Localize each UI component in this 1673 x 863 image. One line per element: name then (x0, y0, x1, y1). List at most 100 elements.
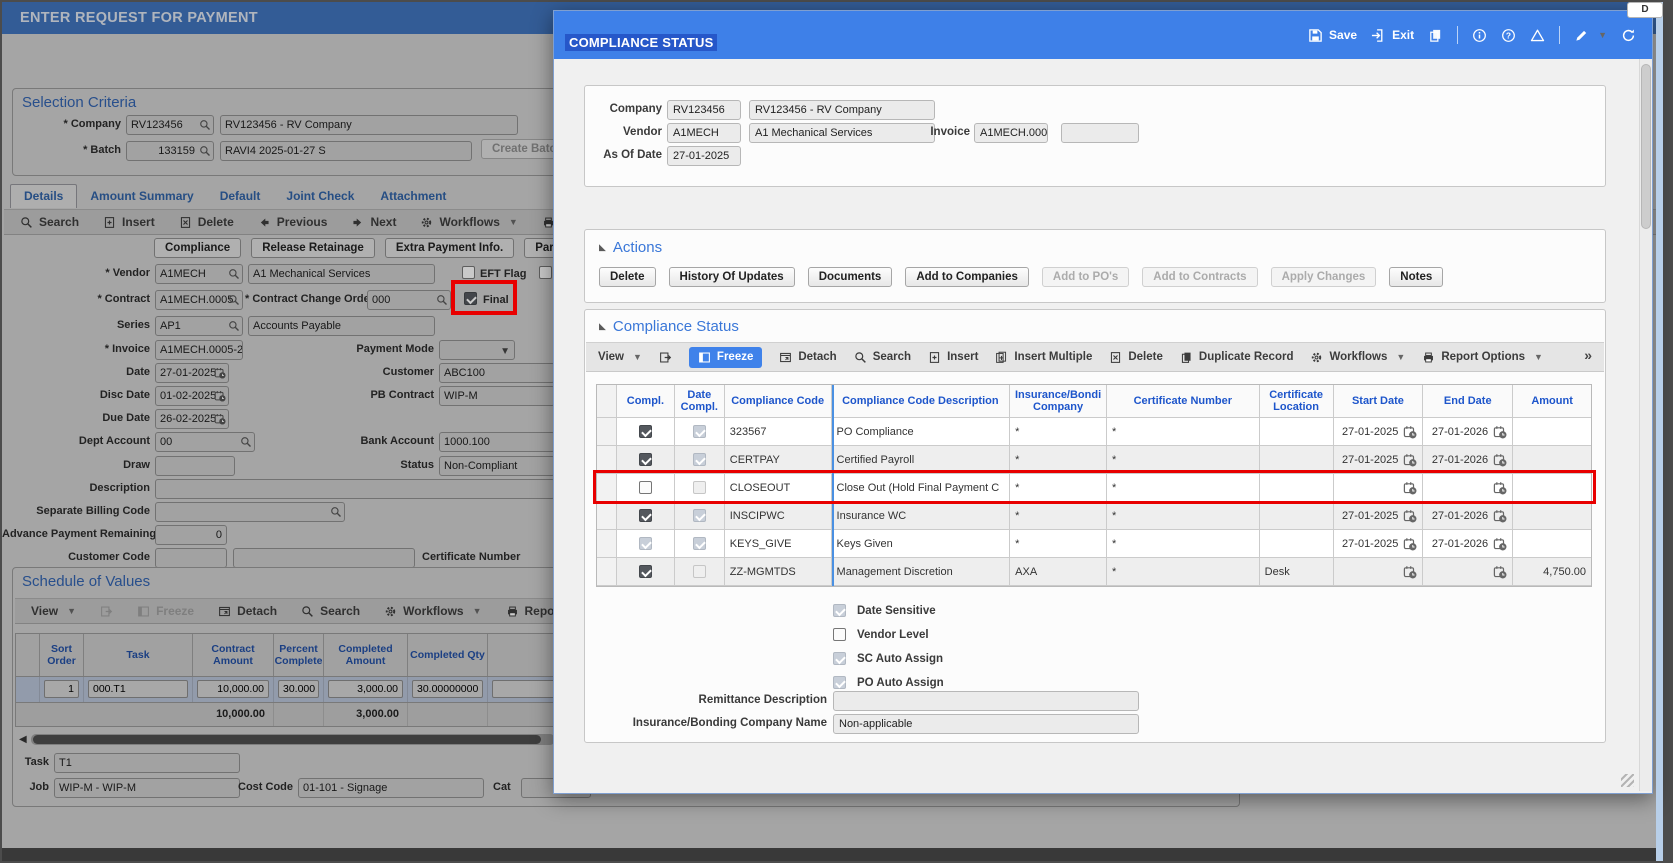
toolbar-item-warn[interactable] (1530, 28, 1545, 43)
date-sensitive-checkbox[interactable] (833, 604, 846, 617)
compl-checkbox[interactable] (638, 425, 652, 438)
certificate-location-cell[interactable] (1260, 418, 1334, 445)
start-date-cell[interactable] (1334, 558, 1424, 585)
row-handle[interactable] (597, 418, 617, 445)
compliance-section-header[interactable]: ◣ Compliance Status (599, 318, 739, 335)
amount-cell[interactable]: 4,750.00 (1513, 558, 1591, 585)
compliance-code-description-cell[interactable]: PO Compliance (832, 418, 1011, 445)
insurance-bonding-company-cell[interactable]: * (1010, 418, 1107, 445)
grid-header-date-compl[interactable]: Date Compl. (675, 385, 725, 417)
insurance-bonding-company-cell[interactable]: * (1010, 446, 1107, 473)
certificate-number-cell[interactable]: * (1107, 558, 1260, 585)
toolbar-item-freeze[interactable]: Freeze (688, 346, 763, 368)
certificate-location-cell[interactable] (1260, 530, 1334, 557)
start-date-cell[interactable]: 27-01-2025 (1334, 418, 1424, 445)
compliance-code-description-cell[interactable]: Insurance WC (832, 502, 1011, 529)
tab-attachment[interactable]: Attachment (367, 185, 459, 208)
top-right-fragment-button[interactable]: D (1627, 2, 1663, 18)
contract-change-order-input[interactable]: 000 (367, 290, 451, 310)
compl-checkbox[interactable] (638, 565, 652, 578)
certificate-number-cell[interactable]: * (1107, 418, 1260, 445)
search-icon[interactable] (199, 119, 211, 131)
sov-header-sort-order[interactable]: Sort Order (40, 634, 84, 676)
grid-header-insurance-bondi-company[interactable]: Insurance/Bondi Company (1010, 385, 1107, 417)
search-icon[interactable] (228, 294, 240, 306)
toolbar-item-delete[interactable]: Delete (1109, 351, 1163, 364)
dialog-vertical-scrollbar[interactable] (1639, 59, 1652, 791)
grid-header-end-date[interactable]: End Date (1423, 385, 1514, 417)
description-input[interactable] (155, 479, 555, 499)
window-right-scrollbar[interactable] (1656, 2, 1663, 861)
toolbar-item-detach[interactable]: Detach (218, 604, 277, 618)
sov-completed-qty-cell[interactable]: 30.00000000 (412, 680, 483, 698)
start-date-cell[interactable]: 27-01-2025 (1334, 530, 1424, 557)
dialog-titlebar[interactable]: COMPLIANCE STATUS Save Exit ▼ (554, 11, 1652, 59)
toolbar-item-export[interactable] (659, 351, 672, 364)
compliance-code-description-cell[interactable]: Management Discretion (832, 558, 1011, 585)
resize-grip[interactable] (1621, 774, 1634, 787)
end-date-cell[interactable]: 27-01-2026 (1423, 502, 1514, 529)
amount-cell[interactable] (1513, 418, 1591, 445)
toolbar-item-search[interactable]: Search (854, 351, 911, 364)
toolbar-item-view[interactable]: View ▼ (598, 351, 642, 363)
po-auto-assign-checkbox[interactable] (833, 676, 846, 689)
search-icon[interactable] (228, 268, 240, 280)
sov-header-completed-qty[interactable]: Completed Qty (408, 634, 488, 676)
search-icon[interactable] (330, 506, 342, 518)
grid-row-keys-give[interactable]: KEYS_GIVE Keys Given * * 27-01-2025 27-01-202… (597, 530, 1591, 558)
toolbar-item-search[interactable]: Search (20, 215, 79, 229)
tab-amount-summary[interactable]: Amount Summary (77, 185, 206, 208)
button-extra-payment-info[interactable]: Extra Payment Info. (384, 238, 515, 258)
compliance-code-description-cell[interactable]: Certified Payroll (832, 446, 1011, 473)
grid-row-zz-mgmtds[interactable]: ZZ-MGMTDS Management Discretion AXA * Desk 4,… (597, 558, 1591, 586)
grid-header-compliance-code[interactable]: Compliance Code (725, 385, 832, 417)
sov-header-completed-amount[interactable]: Completed Amount (324, 634, 408, 676)
sov-extra-cell[interactable] (492, 680, 555, 698)
toolbar-item-workflows[interactable]: Workflows ▼ (384, 604, 482, 618)
toolbar-item-pencil[interactable]: ▼ (1574, 28, 1607, 43)
compliance-code-cell[interactable]: ZZ-MGMTDS (725, 558, 832, 585)
toolbar-item-report-options[interactable]: Report Options▼ (1422, 351, 1543, 364)
amount-cell[interactable] (1513, 502, 1591, 529)
button-add-to-contracts[interactable]: Add to Contracts (1142, 267, 1258, 287)
row-handle[interactable] (597, 446, 617, 473)
calendar-icon[interactable] (214, 367, 226, 379)
search-icon[interactable] (228, 320, 240, 332)
compliance-code-cell[interactable]: 323567 (725, 418, 832, 445)
grid-row-323567[interactable]: 323567 PO Compliance * * 27-01-2025 27-01-202… (597, 418, 1591, 446)
grid-header-compl[interactable]: Compl. (617, 385, 675, 417)
vendor-input[interactable]: A1MECH (155, 264, 243, 284)
collapse-triangle-icon[interactable]: ◣ (599, 321, 606, 332)
separate-billing-code-input[interactable] (155, 502, 345, 522)
certificate-location-cell[interactable]: Desk (1260, 558, 1334, 585)
toolbar-item-next[interactable]: Next (351, 215, 396, 229)
button-delete[interactable]: Delete (599, 267, 656, 287)
certificate-location-cell[interactable] (1260, 502, 1334, 529)
compl-checkbox[interactable] (638, 453, 652, 466)
compliance-code-cell[interactable]: INSCIPWC (725, 502, 832, 529)
collapse-triangle-icon[interactable]: ◣ (599, 242, 606, 253)
series-input[interactable]: AP1 (155, 316, 243, 336)
end-date-cell[interactable] (1423, 558, 1514, 585)
toolbar-item-info[interactable] (1472, 28, 1487, 43)
sov-contract-amount-cell[interactable]: 10,000.00 (197, 680, 269, 698)
calendar-icon[interactable] (214, 413, 226, 425)
button-notes[interactable]: Notes (1389, 267, 1444, 287)
company-input[interactable]: RV123456 (126, 115, 214, 135)
batch-input[interactable]: 133159 (126, 141, 214, 161)
toolbar-item-freeze[interactable]: Freeze (137, 604, 194, 618)
date-compl-checkbox[interactable] (692, 453, 706, 466)
vendor-level-checkbox[interactable] (833, 628, 846, 641)
button-add-to-po-s[interactable]: Add to PO's (1041, 267, 1130, 287)
toolbar-item-help[interactable] (1501, 28, 1516, 43)
invoice-input[interactable]: A1MECH.0005-2 (155, 340, 243, 360)
end-date-cell[interactable]: 27-01-2026 (1423, 530, 1514, 557)
button-release-retainage[interactable]: Release Retainage (251, 238, 375, 258)
button-history-of-updates[interactable]: History Of Updates (668, 267, 795, 287)
certificate-location-cell[interactable] (1260, 446, 1334, 473)
toolbar-item-search[interactable]: Search (301, 604, 360, 618)
grid-header-compliance-code-description[interactable]: Compliance Code Description (832, 385, 1011, 417)
certificate-number-cell[interactable]: * (1107, 446, 1260, 473)
button-add-to-companies[interactable]: Add to Companies (905, 267, 1029, 287)
customer-code-input[interactable] (155, 548, 227, 568)
